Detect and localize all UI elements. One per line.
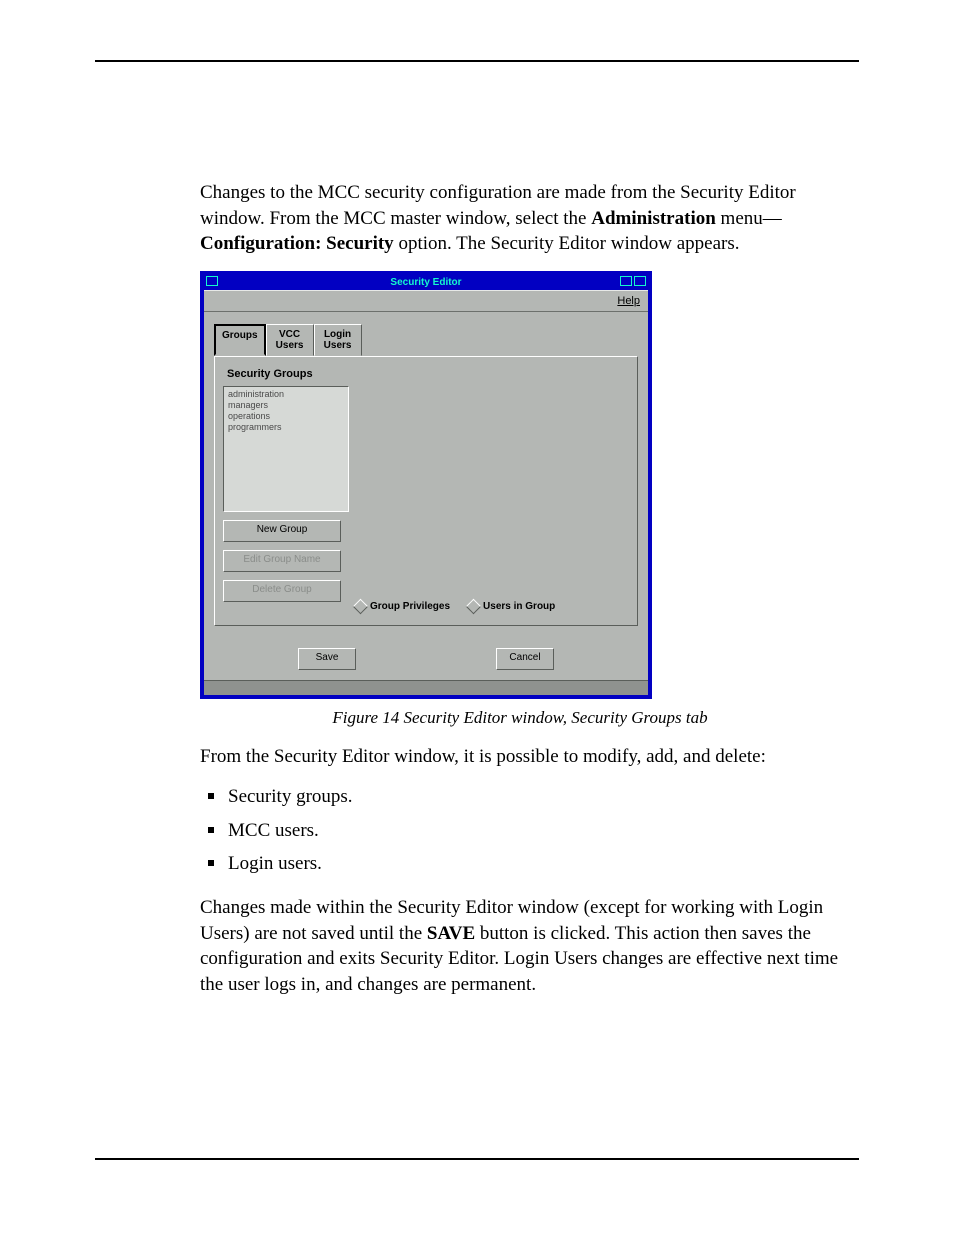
text: menu— xyxy=(716,208,782,229)
radio-users-in-group[interactable]: Users in Group xyxy=(468,600,555,614)
edit-group-name-button[interactable]: Edit Group Name xyxy=(223,550,341,572)
radio-label: Group Privileges xyxy=(370,601,450,612)
radio-label: Users in Group xyxy=(483,601,555,612)
bold-config-security: Configuration: Security xyxy=(200,233,394,254)
status-bar xyxy=(204,680,648,695)
tab-vcc-users[interactable]: VCC Users xyxy=(266,324,314,356)
tab-strip: Groups VCC Users Login Users xyxy=(214,324,648,356)
security-editor-screenshot: Security Editor Help Groups VCC Users Lo… xyxy=(200,271,652,700)
header-rule xyxy=(95,60,859,62)
bullet-list: Security groups. MCC users. Login users. xyxy=(200,784,840,877)
window-maximize-icon[interactable] xyxy=(634,276,646,286)
diamond-icon xyxy=(353,599,369,615)
window-menu-icon[interactable] xyxy=(206,276,218,286)
list-item[interactable]: programmers xyxy=(228,422,344,433)
list-item: MCC users. xyxy=(200,818,840,844)
bold-save: SAVE xyxy=(427,923,475,944)
radio-group-privileges[interactable]: Group Privileges xyxy=(355,600,450,614)
list-item[interactable]: administration xyxy=(228,389,344,400)
security-groups-label: Security Groups xyxy=(227,367,629,382)
groups-tab-panel: Security Groups administration managers … xyxy=(214,356,638,626)
text: option. The Security Editor window appea… xyxy=(394,233,740,254)
footer-rule xyxy=(95,1158,859,1160)
document-page: Changes to the MCC security configuratio… xyxy=(0,0,954,1235)
paragraph: Changes made within the Security Editor … xyxy=(200,895,840,998)
cancel-button[interactable]: Cancel xyxy=(496,648,554,670)
window-title: Security Editor xyxy=(390,277,461,288)
security-groups-listbox[interactable]: administration managers operations progr… xyxy=(223,386,349,512)
list-item: Security groups. xyxy=(200,784,840,810)
dialog-actions: Save Cancel xyxy=(204,626,648,680)
menu-bar: Help xyxy=(204,290,648,312)
new-group-button[interactable]: New Group xyxy=(223,520,341,542)
paragraph: From the Security Editor window, it is p… xyxy=(200,744,840,770)
bold-administration: Administration xyxy=(591,208,716,229)
delete-group-button[interactable]: Delete Group xyxy=(223,580,341,602)
figure-caption: Figure 14 Security Editor window, Securi… xyxy=(200,707,840,730)
list-item: Login users. xyxy=(200,851,840,877)
window-frame: Security Editor Help Groups VCC Users Lo… xyxy=(200,271,652,700)
list-item[interactable]: managers xyxy=(228,400,344,411)
save-button[interactable]: Save xyxy=(298,648,356,670)
intro-paragraph: Changes to the MCC security configuratio… xyxy=(200,180,840,257)
radio-group: Group Privileges Users in Group xyxy=(355,600,555,614)
window-titlebar: Security Editor xyxy=(204,275,648,291)
diamond-icon xyxy=(466,599,482,615)
help-menu[interactable]: Help xyxy=(617,294,640,309)
tab-login-users[interactable]: Login Users xyxy=(314,324,362,356)
tab-groups[interactable]: Groups xyxy=(214,324,266,356)
list-item[interactable]: operations xyxy=(228,411,344,422)
body-content: Changes to the MCC security configuratio… xyxy=(200,180,840,1011)
window-minimize-icon[interactable] xyxy=(620,276,632,286)
